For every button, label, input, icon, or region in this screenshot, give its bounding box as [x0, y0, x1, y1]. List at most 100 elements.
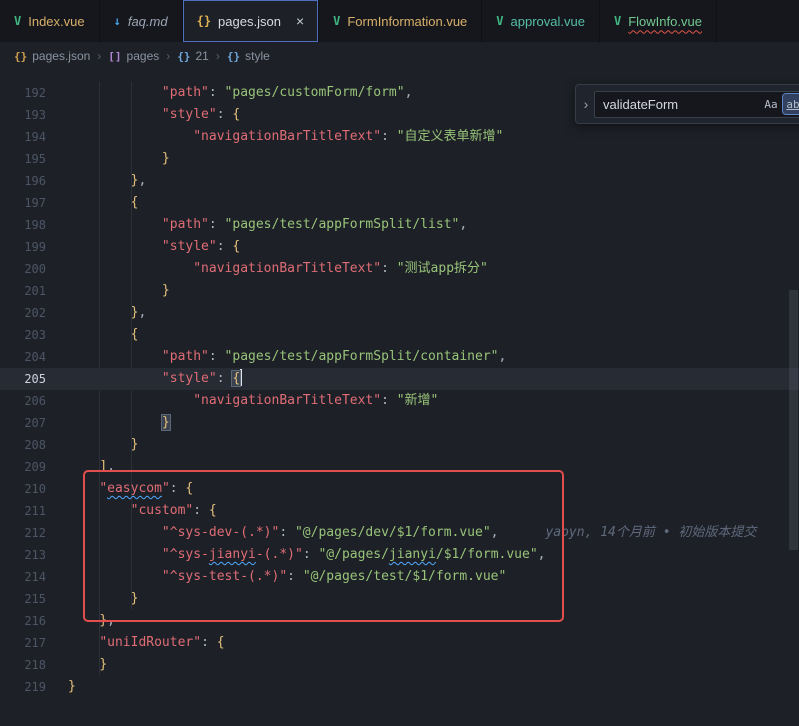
line-number[interactable]: 216 — [0, 610, 46, 632]
code-line[interactable]: 217 "uniIdRouter": { — [0, 632, 799, 654]
line-number[interactable]: 210 — [0, 478, 46, 500]
line-number[interactable]: 207 — [0, 412, 46, 434]
line-number[interactable]: 195 — [0, 148, 46, 170]
code-line[interactable]: 211 "custom": { — [0, 500, 799, 522]
breadcrumb-item-21[interactable]: {}21 — [177, 49, 209, 63]
line-number[interactable]: 214 — [0, 566, 46, 588]
tab-approval-vue[interactable]: Vapproval.vue — [482, 0, 600, 42]
code-text: "navigationBarTitleText": "新增" — [46, 390, 438, 412]
code-line[interactable]: 207 } — [0, 412, 799, 434]
code-token — [68, 393, 193, 408]
line-number[interactable]: 197 — [0, 192, 46, 214]
code-line[interactable]: 199 "style": { — [0, 236, 799, 258]
code-token: " — [99, 481, 107, 496]
code-token: "^sys-dev-(.*)" — [162, 525, 279, 540]
code-line[interactable]: 195 } — [0, 148, 799, 170]
code-area[interactable]: 192 "path": "pages/customForm/form",193 … — [0, 70, 799, 698]
code-line[interactable]: 215 } — [0, 588, 799, 610]
close-icon[interactable]: × — [296, 14, 304, 28]
code-line[interactable]: 197 { — [0, 192, 799, 214]
line-number[interactable]: 193 — [0, 104, 46, 126]
code-token: -(.*)" — [256, 547, 303, 562]
code-text: } — [46, 434, 138, 456]
find-whole-word-toggle[interactable]: ab — [783, 94, 799, 114]
line-number[interactable]: 201 — [0, 280, 46, 302]
line-number[interactable]: 208 — [0, 434, 46, 456]
code-token — [68, 151, 162, 166]
line-number[interactable]: 204 — [0, 346, 46, 368]
tab-forminformation-vue[interactable]: VFormInformation.vue — [319, 0, 482, 42]
tab-pages-json[interactable]: {} pages.json × — [183, 0, 320, 42]
code-line[interactable]: 203 { — [0, 324, 799, 346]
code-token: : — [381, 393, 397, 408]
code-line[interactable]: 218 } — [0, 654, 799, 676]
code-token: : — [209, 85, 225, 100]
line-number[interactable]: 213 — [0, 544, 46, 566]
line-number[interactable]: 209 — [0, 456, 46, 478]
line-number[interactable]: 199 — [0, 236, 46, 258]
line-number[interactable]: 217 — [0, 632, 46, 654]
tab-index-vue[interactable]: V Index.vue — [0, 0, 100, 42]
code-line[interactable]: 204 "path": "pages/test/appFormSplit/con… — [0, 346, 799, 368]
line-number[interactable]: 215 — [0, 588, 46, 610]
find-expand-chevron-icon[interactable]: › — [578, 96, 594, 112]
code-text: "path": "pages/customForm/form", — [46, 82, 412, 104]
tab-flowinfo-vue[interactable]: VFlowInfo.vue — [600, 0, 717, 42]
breadcrumb-item-style[interactable]: {}style — [227, 49, 270, 63]
code-line[interactable]: 212 "^sys-dev-(.*)": "@/pages/dev/$1/for… — [0, 522, 799, 544]
line-number[interactable]: 203 — [0, 324, 46, 346]
find-match-case-toggle[interactable]: Aa — [761, 94, 781, 114]
text-cursor — [240, 369, 242, 386]
line-number[interactable]: 200 — [0, 258, 46, 280]
code-token — [68, 591, 131, 606]
line-number[interactable]: 219 — [0, 676, 46, 698]
tab-faq-md[interactable]: ↓faq.md — [100, 0, 183, 42]
code-line[interactable]: 194 "navigationBarTitleText": "自定义表单新增" — [0, 126, 799, 148]
line-number[interactable]: 196 — [0, 170, 46, 192]
code-line[interactable]: 200 "navigationBarTitleText": "测试app拆分" — [0, 258, 799, 280]
code-line[interactable]: 213 "^sys-jianyi-(.*)": "@/pages/jianyi/… — [0, 544, 799, 566]
code-token: : — [279, 525, 295, 540]
line-number[interactable]: 206 — [0, 390, 46, 412]
breadcrumb-item-pages[interactable]: []pages — [108, 49, 159, 63]
code-line[interactable]: 209 ], — [0, 456, 799, 478]
code-line[interactable]: 219} — [0, 676, 799, 698]
find-input-wrap: Aaab.* — [594, 91, 799, 118]
line-number[interactable]: 202 — [0, 302, 46, 324]
code-line[interactable]: 208 } — [0, 434, 799, 456]
line-number[interactable]: 218 — [0, 654, 46, 676]
code-line[interactable]: 206 "navigationBarTitleText": "新增" — [0, 390, 799, 412]
tab-label: pages.json — [218, 14, 281, 29]
code-line[interactable]: 214 "^sys-test-(.*)": "@/pages/test/$1/f… — [0, 566, 799, 588]
line-number[interactable]: 198 — [0, 214, 46, 236]
code-token — [68, 327, 131, 342]
code-token — [68, 569, 162, 584]
line-number[interactable]: 192 — [0, 82, 46, 104]
line-number[interactable]: 212 — [0, 522, 46, 544]
breadcrumb-item-pages.json[interactable]: {}pages.json — [14, 49, 90, 63]
code-text: { — [46, 324, 138, 346]
code-token: : — [209, 217, 225, 232]
json-icon: {} — [197, 14, 211, 28]
line-number[interactable]: 205 — [0, 368, 46, 390]
code-line[interactable]: 196 }, — [0, 170, 799, 192]
code-line[interactable]: 205 "style": { — [0, 368, 799, 390]
code-line[interactable]: 210 "easycom": { — [0, 478, 799, 500]
code-token: , — [538, 547, 546, 562]
code-token: : — [381, 261, 397, 276]
editor-pane[interactable]: 192 "path": "pages/customForm/form",193 … — [0, 70, 799, 726]
code-text: }, — [46, 170, 146, 192]
line-number[interactable]: 211 — [0, 500, 46, 522]
code-token — [68, 85, 162, 100]
code-line[interactable]: 216 }, — [0, 610, 799, 632]
tab-label: Index.vue — [28, 14, 84, 29]
scrollbar-thumb[interactable] — [789, 290, 798, 550]
line-number[interactable]: 194 — [0, 126, 46, 148]
code-token: : — [201, 635, 217, 650]
code-line[interactable]: 202 }, — [0, 302, 799, 324]
code-line[interactable]: 201 } — [0, 280, 799, 302]
code-token: , — [138, 173, 146, 188]
blame-annotation: yaoyn, 14个月前 • 初始版本提交 — [498, 525, 756, 540]
vue-icon: V — [14, 14, 21, 28]
code-line[interactable]: 198 "path": "pages/test/appFormSplit/lis… — [0, 214, 799, 236]
